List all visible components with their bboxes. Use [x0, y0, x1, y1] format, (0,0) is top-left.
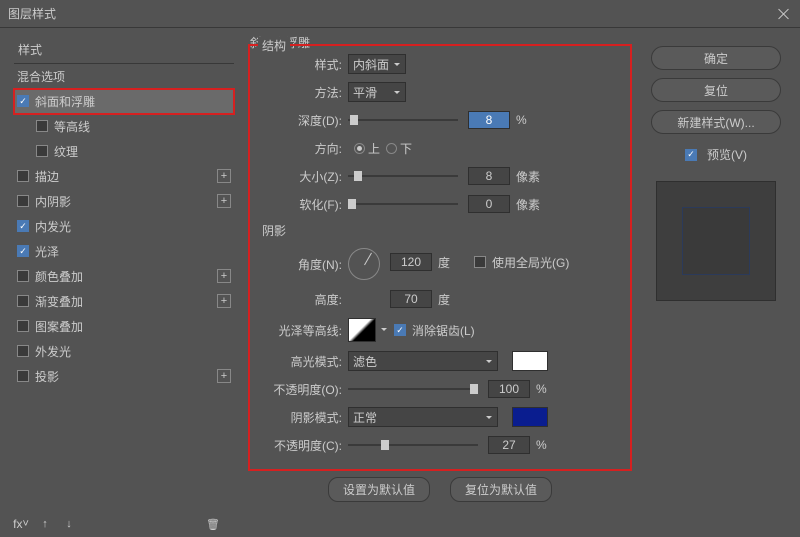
style-item-bevel[interactable]: 斜面和浮雕 — [14, 89, 234, 114]
angle-wheel[interactable] — [348, 248, 380, 280]
plus-icon[interactable]: + — [217, 194, 231, 208]
checkbox-icon[interactable] — [17, 345, 29, 357]
highlight-color-swatch[interactable] — [512, 351, 548, 371]
close-icon[interactable] — [776, 6, 792, 22]
preview-thumbnail — [656, 181, 776, 301]
fx-icon[interactable]: fx˅ — [14, 517, 28, 531]
size-slider[interactable] — [348, 169, 458, 183]
depth-input[interactable]: 8 — [468, 111, 510, 129]
highlight-opacity-label: 不透明度(O): — [260, 381, 342, 398]
plus-icon[interactable]: + — [217, 269, 231, 283]
style-dropdown[interactable]: 内斜面 — [348, 54, 406, 74]
depth-unit: % — [516, 113, 544, 127]
style-item-dropshadow[interactable]: 投影+ — [14, 364, 234, 389]
preview-label: 预览(V) — [707, 146, 747, 163]
style-item-innerglow[interactable]: 内发光 — [14, 214, 234, 239]
depth-label: 深度(D): — [260, 112, 342, 129]
highlight-opacity-slider[interactable] — [348, 382, 478, 396]
checkbox-icon[interactable] — [17, 370, 29, 382]
bevel-settings: 结构 样式:内斜面 方法:平滑 深度(D):8% 方向:上下 大小(Z):8像素… — [248, 44, 632, 471]
angle-input[interactable]: 120 — [390, 253, 432, 271]
shadow-opacity-label: 不透明度(C): — [260, 437, 342, 454]
shadow-mode-dropdown[interactable]: 正常 — [348, 407, 498, 427]
size-label: 大小(Z): — [260, 168, 342, 185]
new-style-button[interactable]: 新建样式(W)... — [651, 110, 781, 134]
style-label: 样式: — [260, 56, 342, 73]
style-item-satin[interactable]: 光泽 — [14, 239, 234, 264]
style-item-patternoverlay[interactable]: 图案叠加 — [14, 314, 234, 339]
global-light-checkbox[interactable] — [474, 256, 486, 268]
size-input[interactable]: 8 — [468, 167, 510, 185]
make-default-button[interactable]: 设置为默认值 — [328, 477, 430, 502]
blending-options[interactable]: 混合选项 — [14, 64, 234, 89]
cancel-button[interactable]: 复位 — [651, 78, 781, 102]
direction-down-radio[interactable] — [386, 143, 397, 154]
reset-default-button[interactable]: 复位为默认值 — [450, 477, 552, 502]
gloss-contour[interactable] — [348, 318, 376, 342]
style-item-texture[interactable]: 纹理 — [14, 139, 234, 164]
direction-up-radio[interactable] — [354, 143, 365, 154]
ok-button[interactable]: 确定 — [651, 46, 781, 70]
soften-input[interactable]: 0 — [468, 195, 510, 213]
preview-checkbox[interactable] — [685, 149, 697, 161]
altitude-label: 高度: — [260, 291, 342, 308]
method-dropdown[interactable]: 平滑 — [348, 82, 406, 102]
checkbox-icon[interactable] — [36, 145, 48, 157]
styles-header: 样式 — [14, 36, 234, 63]
arrow-up-icon[interactable]: ↑ — [38, 517, 52, 531]
soften-slider[interactable] — [348, 197, 458, 211]
style-item-stroke[interactable]: 描边+ — [14, 164, 234, 189]
style-item-outerglow[interactable]: 外发光 — [14, 339, 234, 364]
checkbox-icon[interactable] — [17, 245, 29, 257]
checkbox-icon[interactable] — [17, 170, 29, 182]
checkbox-icon[interactable] — [17, 295, 29, 307]
checkbox-icon[interactable] — [17, 95, 29, 107]
soften-unit: 像素 — [516, 196, 544, 213]
shadow-mode-label: 阴影模式: — [260, 409, 342, 426]
soften-label: 软化(F): — [260, 196, 342, 213]
window-title: 图层样式 — [8, 5, 56, 22]
size-unit: 像素 — [516, 168, 544, 185]
shadow-color-swatch[interactable] — [512, 407, 548, 427]
highlight-opacity-unit: % — [536, 382, 564, 396]
altitude-unit: 度 — [438, 291, 466, 308]
highlight-mode-dropdown[interactable]: 滤色 — [348, 351, 498, 371]
checkbox-icon[interactable] — [36, 120, 48, 132]
antialiased-checkbox[interactable] — [394, 324, 406, 336]
plus-icon[interactable]: + — [217, 294, 231, 308]
style-item-innershadow[interactable]: 内阴影+ — [14, 189, 234, 214]
structure-legend: 结构 — [258, 37, 290, 54]
style-list: 混合选项 斜面和浮雕 等高线 纹理 描边+ 内阴影+ 内发光 光泽 颜色叠加+ … — [14, 63, 234, 389]
style-item-contour[interactable]: 等高线 — [14, 114, 234, 139]
method-label: 方法: — [260, 84, 342, 101]
shadow-opacity-input[interactable]: 27 — [488, 436, 530, 454]
direction-label: 方向: — [260, 140, 342, 157]
angle-unit: 度 — [438, 254, 466, 271]
trash-icon[interactable]: 🗑 — [206, 517, 220, 531]
highlight-mode-label: 高光模式: — [260, 353, 342, 370]
checkbox-icon[interactable] — [17, 195, 29, 207]
shadow-opacity-slider[interactable] — [348, 438, 478, 452]
arrow-down-icon[interactable]: ↓ — [62, 517, 76, 531]
checkbox-icon[interactable] — [17, 270, 29, 282]
style-list-footer: fx˅ ↑ ↓ 🗑 — [14, 517, 220, 531]
plus-icon[interactable]: + — [217, 369, 231, 383]
checkbox-icon[interactable] — [17, 220, 29, 232]
plus-icon[interactable]: + — [217, 169, 231, 183]
gloss-label: 光泽等高线: — [260, 322, 342, 339]
depth-slider[interactable] — [348, 113, 458, 127]
shading-legend: 阴影 — [262, 222, 620, 239]
highlight-opacity-input[interactable]: 100 — [488, 380, 530, 398]
shadow-opacity-unit: % — [536, 438, 564, 452]
style-item-coloroverlay[interactable]: 颜色叠加+ — [14, 264, 234, 289]
angle-label: 角度(N): — [260, 256, 342, 273]
style-item-gradientoverlay[interactable]: 渐变叠加+ — [14, 289, 234, 314]
altitude-input[interactable]: 70 — [390, 290, 432, 308]
checkbox-icon[interactable] — [17, 320, 29, 332]
